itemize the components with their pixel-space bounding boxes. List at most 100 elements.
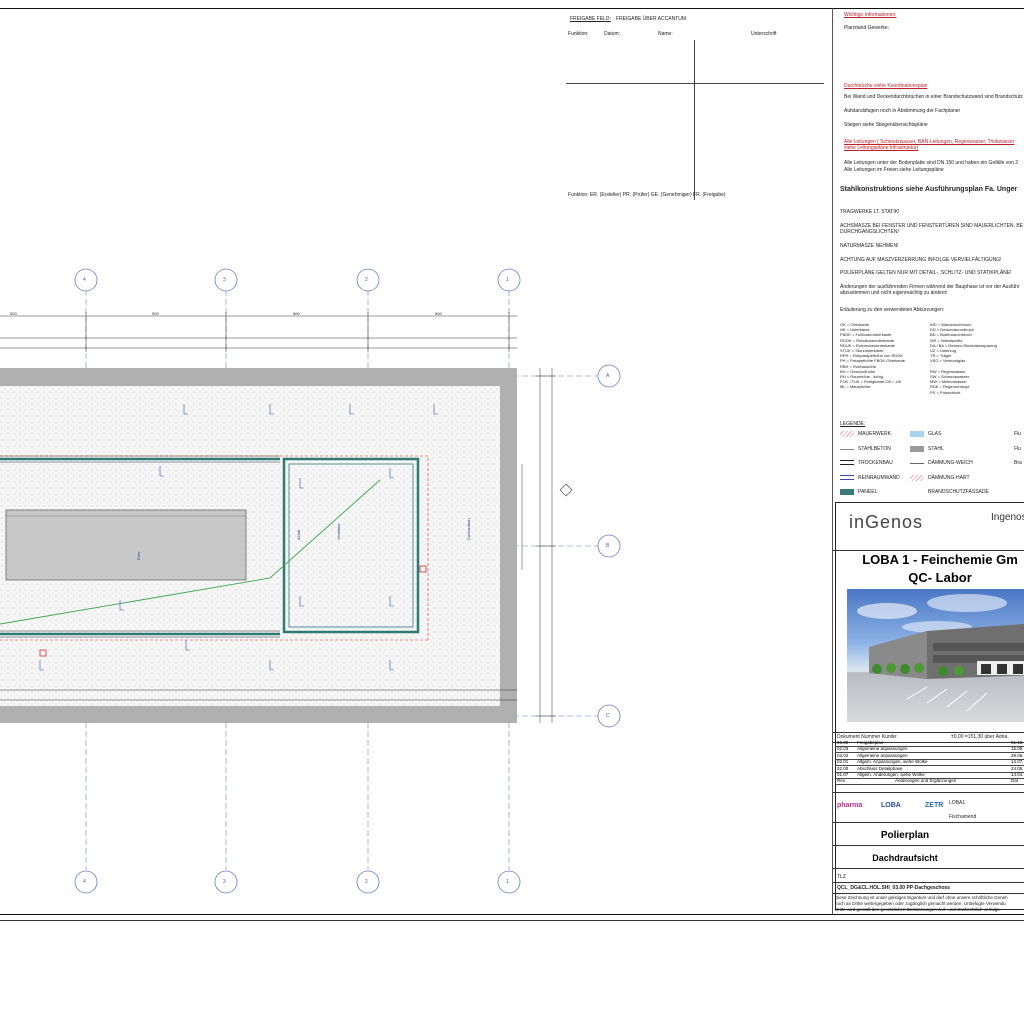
partner-logo: LOBA	[881, 802, 901, 809]
axis-label-4-bottom: 4	[83, 879, 86, 885]
legend-label: STAHLBETON	[858, 445, 891, 452]
legend-swatch	[840, 489, 854, 495]
legend-label: Flu	[1014, 445, 1021, 452]
tb-line	[833, 732, 1024, 733]
revision-date: 24.05.	[1011, 765, 1024, 771]
copyright-3: Dritte wird gemäß den gesetzlichen Besti…	[835, 907, 1000, 912]
revision-number: 03.00	[837, 740, 849, 745]
legend-label: DÄMMUNG-WEICH	[928, 460, 973, 466]
axis-label-A: A	[606, 373, 610, 379]
dim-top-1: 500	[10, 311, 17, 316]
legend-swatch	[910, 431, 924, 437]
dim-top-3: 500	[293, 311, 300, 316]
legend-heading: LEGENDE:	[840, 421, 866, 427]
title-block: inGenos Ingenos LOBA 1 - Feinchemie Gm Q…	[833, 500, 1024, 914]
note-statik: TRAGWERKE LT. STATIK!	[840, 209, 900, 215]
tb-line	[833, 893, 1024, 894]
release-divider	[694, 40, 695, 200]
ingenos-logo: inGenos	[849, 512, 924, 532]
revision-text: Freigabeplan	[857, 740, 884, 745]
legend-swatch	[840, 460, 854, 465]
revision-date: 01.12.	[1011, 740, 1024, 745]
doc-number: QCL_DG&CL.HOL.SHI_03.00 PP-Dachgeschoss	[837, 885, 951, 891]
release-header-date: Datum:	[604, 31, 621, 37]
legend-label: MAUERWERK	[858, 431, 891, 437]
revision-header-cell: Dat	[1011, 778, 1019, 784]
revision-text: Allgem. Anpassungen, siehe Wolke	[857, 759, 928, 765]
revision-date: 15.09.	[1011, 746, 1024, 752]
release-row-line	[566, 83, 824, 84]
axis-label-1: 1	[506, 277, 509, 283]
svg-text:Dachaufbau: Dachaufbau	[466, 518, 471, 540]
sheet-frame-bottom	[0, 914, 1024, 915]
info-pipes-text2: Alle Leitungen im Freien siehe Leitungsp…	[844, 167, 944, 173]
legend-label: DÄMMUNG-HART	[928, 474, 970, 481]
legend-label: BRANDSCHUTZFASSADE	[928, 489, 989, 495]
tb-line	[833, 868, 1024, 869]
revision-text: Abschluss Detailphase	[857, 765, 903, 771]
axis-label-2: 2	[365, 277, 368, 283]
info-pipes-text1: Alle Leitungen unter der Bodenplatte sin…	[844, 160, 1019, 166]
legend-swatch	[910, 460, 924, 464]
revision-header: Rev. Änderungen und Ergänzungen Dat	[835, 778, 1024, 786]
revision-date: 29.06.	[1011, 752, 1024, 758]
legend-label: REINRAUMWAND	[858, 474, 900, 481]
svg-text:Abluft: Abluft	[296, 529, 301, 540]
info-fire-heading: Durchbrüche siehe Koordinationsplan	[844, 83, 928, 89]
legend-swatch	[840, 446, 854, 450]
info-aufstand: Aufstandsfugen noch in Abstimmung der Fa…	[844, 108, 961, 114]
abbrev-item: PS = Putzschicht	[930, 389, 961, 395]
legend-label: GLAS	[928, 431, 942, 437]
tb-line	[833, 845, 1024, 846]
revision-date: 14.04.	[1011, 772, 1024, 777]
project-title-line1: LOBA 1 - Feinchemie Gm	[862, 552, 1018, 567]
revision-date: 14.07.	[1011, 759, 1024, 765]
dim-top-2: 500	[152, 311, 159, 316]
info-planstand: Planstand Gewerke:	[844, 25, 890, 31]
svg-text:Rohr: Rohr	[136, 551, 141, 560]
abbrev-heading: Erläuterung zu den verwendeten Abkürzung…	[840, 307, 945, 313]
note-naturmasze: NATURMASZE NEHMEN!	[840, 243, 899, 249]
sheet-frame-top	[0, 8, 1024, 9]
legend-swatch	[840, 431, 854, 437]
legend-swatch	[910, 445, 924, 452]
drawer: TLZ	[837, 874, 846, 880]
info-block: Wichtige Informationen: Planstand Gewerk…	[838, 10, 1024, 500]
client-name: LOBA1	[949, 800, 966, 806]
note-achsmasze-2: DURCHGANGSLICHTEN!	[840, 229, 899, 235]
abbrev-item: VSG = Verbundglas	[930, 358, 966, 364]
revision-text: Allgemeine anpassungen	[857, 752, 908, 758]
note-verzerrung: ACHTUNG AUF MASZVERZERRUNG INFOLGE VERVI…	[840, 257, 1002, 263]
plan-type: Polierplan	[880, 830, 930, 841]
axis-label-B: B	[606, 543, 610, 549]
legend-label: TROCKENBAU	[858, 460, 893, 466]
plan-name: Dachdraufsicht	[872, 853, 938, 863]
revision-number: 01.07	[837, 772, 849, 777]
release-header-name: Name:	[658, 31, 673, 37]
legend-label: STAHL	[928, 445, 944, 452]
info-stiegen: Stiegen siehe Stiegenübersichtspläne	[844, 122, 928, 128]
axis-label-4: 4	[83, 277, 86, 283]
tb-line	[833, 882, 1024, 883]
tb-line	[833, 822, 1024, 823]
sheet-frame-bottom-inner	[0, 920, 1024, 921]
release-header-signature: Unterschrift	[751, 31, 777, 37]
release-subtitle: FREIGABE ÜBER ACCANTUM	[616, 16, 687, 22]
revision-number: 02.01	[837, 759, 849, 765]
revision-number: 02.02	[837, 752, 849, 758]
tb-line	[833, 792, 1024, 793]
place-name: Fischamend	[949, 814, 977, 820]
legend-swatch	[840, 474, 854, 480]
info-steel: Stahlkonstruktions siehe Ausführungsplan…	[840, 186, 1018, 193]
building-rendering	[847, 589, 1024, 722]
legend-swatch	[910, 474, 924, 481]
revision-header-cell: Rev.	[837, 778, 846, 784]
partner-logo: ZETR	[925, 802, 944, 809]
legend-label: Flu	[1014, 431, 1021, 437]
info-heading: Wichtige Informationen:	[844, 12, 897, 18]
abbrev-item: ML = Mauerlichte	[840, 384, 871, 390]
info-pipes-heading2: siehe Leitungspläne Infrastruktur)	[844, 145, 919, 151]
release-title: FREIGABE FELD:	[570, 16, 611, 22]
project-title-line2: QC- Labor	[908, 570, 972, 585]
axis-label-3: 3	[223, 277, 226, 283]
